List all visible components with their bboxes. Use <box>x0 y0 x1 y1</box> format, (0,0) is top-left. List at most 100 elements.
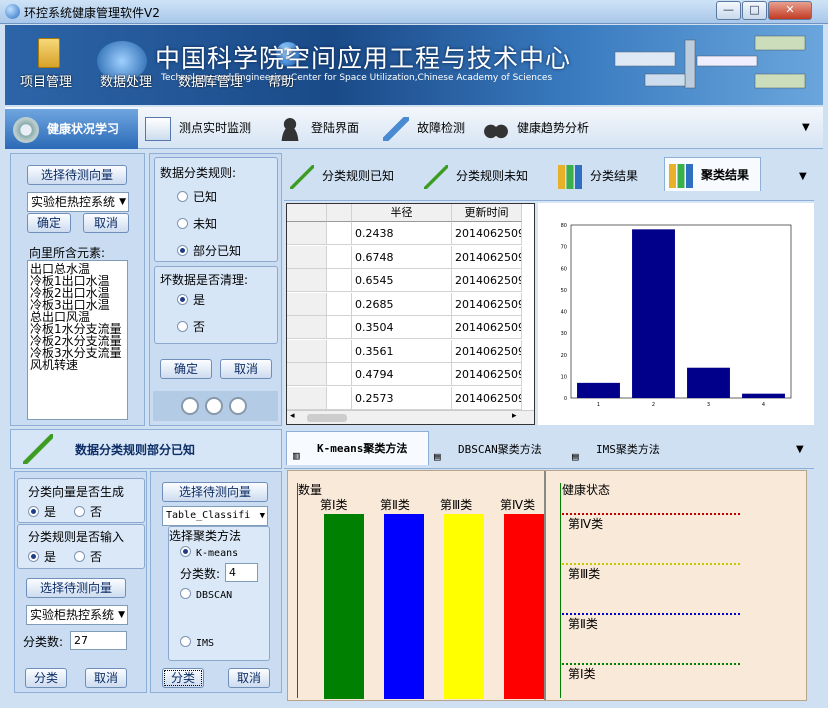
table-cell[interactable]: 0.2438 <box>352 222 452 245</box>
classify-panel: 分类向量是否生成 是 否 分类规则是否输入 是 否 选择待测向量 实验柜热控系统… <box>14 471 147 693</box>
vector-cancel-button[interactable]: 取消 <box>83 213 129 233</box>
clean-no-radio[interactable]: 否 <box>177 318 205 335</box>
vector-ok-button[interactable]: 确定 <box>27 213 71 233</box>
bar-1 <box>577 382 620 398</box>
select-vector-button[interactable]: 选择待测向量 <box>27 165 127 185</box>
cluster-select-vector-button[interactable]: 选择待测向量 <box>162 482 268 502</box>
zoom-reset-icon[interactable] <box>229 397 247 415</box>
tab-rules-unknown[interactable]: 分类规则未知 <box>424 159 528 193</box>
table-cell[interactable]: 20140625095 <box>452 245 522 269</box>
table-cell[interactable]: 20140625095 <box>452 339 522 363</box>
gen-no-radio[interactable]: 否 <box>74 503 102 520</box>
cluster-classify-button[interactable]: 分类 <box>162 668 204 688</box>
lower-device-select[interactable]: 实验柜热控系统 ▼ <box>26 605 128 625</box>
table-cell[interactable]: 20140625095 <box>452 222 522 245</box>
rule-known-radio[interactable]: 已知 <box>177 188 217 205</box>
tool-fault-detect[interactable]: 故障检测 <box>383 115 465 141</box>
tab-classify-result[interactable]: 分类结果 <box>558 159 638 193</box>
rule-partial-radio[interactable]: 部分已知 <box>177 242 241 259</box>
list-item[interactable]: 风机转速 <box>30 359 125 371</box>
gear-icon <box>13 116 39 143</box>
rule-unknown-radio[interactable]: 未知 <box>177 215 217 232</box>
cluster-count-input[interactable]: 4 <box>225 563 258 582</box>
zoom-in-icon[interactable] <box>181 397 199 415</box>
tab-ims[interactable]: ▤IMS聚类方法 <box>572 433 660 467</box>
tab-cluster-result[interactable]: 聚类结果 <box>664 157 761 191</box>
cluster-cancel-button[interactable]: 取消 <box>228 668 270 688</box>
input-no-radio[interactable]: 否 <box>74 548 102 565</box>
clean-yes-radio[interactable]: 是 <box>177 291 205 308</box>
lower-header: 数据分类规则部分已知 <box>10 429 282 469</box>
health-level-label: 第Ⅳ类 <box>568 517 604 531</box>
table-cell[interactable]: 20140625095 <box>452 363 522 386</box>
class-bar <box>444 514 484 699</box>
table-cell[interactable]: 20140625095 <box>452 292 522 316</box>
tab-kmeans[interactable]: ▥K-means聚类方法 <box>286 431 429 465</box>
row-header[interactable] <box>287 269 327 292</box>
scroll-left-icon[interactable]: ◂ <box>290 411 295 421</box>
kmeans-radio[interactable]: K-means <box>180 546 238 559</box>
close-button[interactable]: ✕ <box>768 1 812 20</box>
device-select[interactable]: 实验柜热控系统 ▼ <box>27 192 129 212</box>
input-yes-radio[interactable]: 是 <box>28 548 56 565</box>
toolbar-dropdown-icon[interactable]: ▼ <box>802 122 810 133</box>
tab-dbscan[interactable]: ▤DBSCAN聚类方法 <box>434 433 542 467</box>
row-header[interactable] <box>287 339 327 363</box>
minimize-button[interactable]: — <box>716 1 741 20</box>
tool-health-learning[interactable]: 健康状况学习 <box>5 109 138 149</box>
menu-data-process[interactable]: 数据处理 <box>100 71 152 90</box>
dbscan-radio[interactable]: DBSCAN <box>180 588 232 601</box>
table-cell[interactable]: 20140625095 <box>452 269 522 292</box>
scroll-right-icon[interactable]: ▸ <box>512 411 517 421</box>
folder-icon <box>38 38 60 68</box>
table-cell[interactable]: 0.4794 <box>352 363 452 386</box>
wrench-icon <box>383 116 409 141</box>
method-tabs-dropdown-icon[interactable]: ▼ <box>796 444 804 455</box>
tool-realtime-monitor[interactable]: 测点实时监测 <box>145 115 251 141</box>
table-cell[interactable]: 20140625095 <box>452 316 522 339</box>
y-tick-label: 70 <box>561 245 567 251</box>
menu-project[interactable]: 项目管理 <box>20 71 72 90</box>
table-cell[interactable]: 0.6545 <box>352 269 452 292</box>
row-header[interactable] <box>287 222 327 245</box>
table-cell[interactable]: 0.2573 <box>352 386 452 410</box>
ims-radio[interactable]: IMS <box>180 636 214 649</box>
row-header[interactable] <box>287 245 327 269</box>
lower-select-vector-button[interactable]: 选择待测向量 <box>26 578 126 598</box>
tab-rules-known[interactable]: 分类规则已知 <box>290 159 394 193</box>
cluster-table-select[interactable]: Table_Classifi ▼ <box>162 506 268 526</box>
tool-login[interactable]: 登陆界面 <box>277 115 359 141</box>
cluster-bar-chart: 0 10 20 30 40 50 60 70 80 1 2 3 4 <box>561 223 792 408</box>
table-cell[interactable]: 20140625095 <box>452 386 522 410</box>
zoom-out-icon[interactable] <box>205 397 223 415</box>
rules-cancel-button[interactable]: 取消 <box>220 359 272 379</box>
row-header[interactable] <box>287 292 327 316</box>
rule-group: 数据分类规则: 已知 未知 部分已知 <box>154 157 278 262</box>
row-header[interactable] <box>287 316 327 339</box>
table-cell[interactable]: 0.2685 <box>352 292 452 316</box>
lower-count-input[interactable]: 27 <box>70 631 127 650</box>
tool-trend-analysis[interactable]: 健康趋势分析 <box>483 115 589 141</box>
rules-ok-button[interactable]: 确定 <box>160 359 212 379</box>
table-corner <box>287 204 327 222</box>
gen-yes-radio[interactable]: 是 <box>28 503 56 520</box>
lower-classify-button[interactable]: 分类 <box>25 668 67 688</box>
table-cell[interactable]: 0.3561 <box>352 339 452 363</box>
table-cell[interactable]: 0.3504 <box>352 316 452 339</box>
maximize-button[interactable]: □ <box>742 1 767 20</box>
menu-help[interactable]: 帮助 <box>268 71 294 90</box>
lower-cancel-button[interactable]: 取消 <box>85 668 127 688</box>
table-cell[interactable]: 0.6748 <box>352 245 452 269</box>
class-label: 第Ⅰ类 <box>320 498 348 512</box>
row-header[interactable] <box>287 363 327 386</box>
row-header[interactable] <box>287 386 327 410</box>
menu-database[interactable]: 数据库管理 <box>178 71 243 90</box>
cluster-table[interactable]: 半径 更新时间 0.2438201406250950.6748201406250… <box>286 203 535 425</box>
banner-title: 中国科学院空间应用工程与技术中心 <box>155 44 572 73</box>
result-tabs-dropdown-icon[interactable]: ▼ <box>799 171 807 182</box>
elements-list[interactable]: 出口总水温 冷板1出口水温 冷板2出口水温 冷板3出口水温 总出口风温 冷板1水分支流量冷… <box>27 260 128 420</box>
table-cell <box>327 222 352 245</box>
scroll-thumb[interactable] <box>307 414 347 422</box>
table-hscrollbar[interactable]: ◂ ▸ <box>287 410 534 424</box>
binoculars-icon <box>483 116 509 141</box>
